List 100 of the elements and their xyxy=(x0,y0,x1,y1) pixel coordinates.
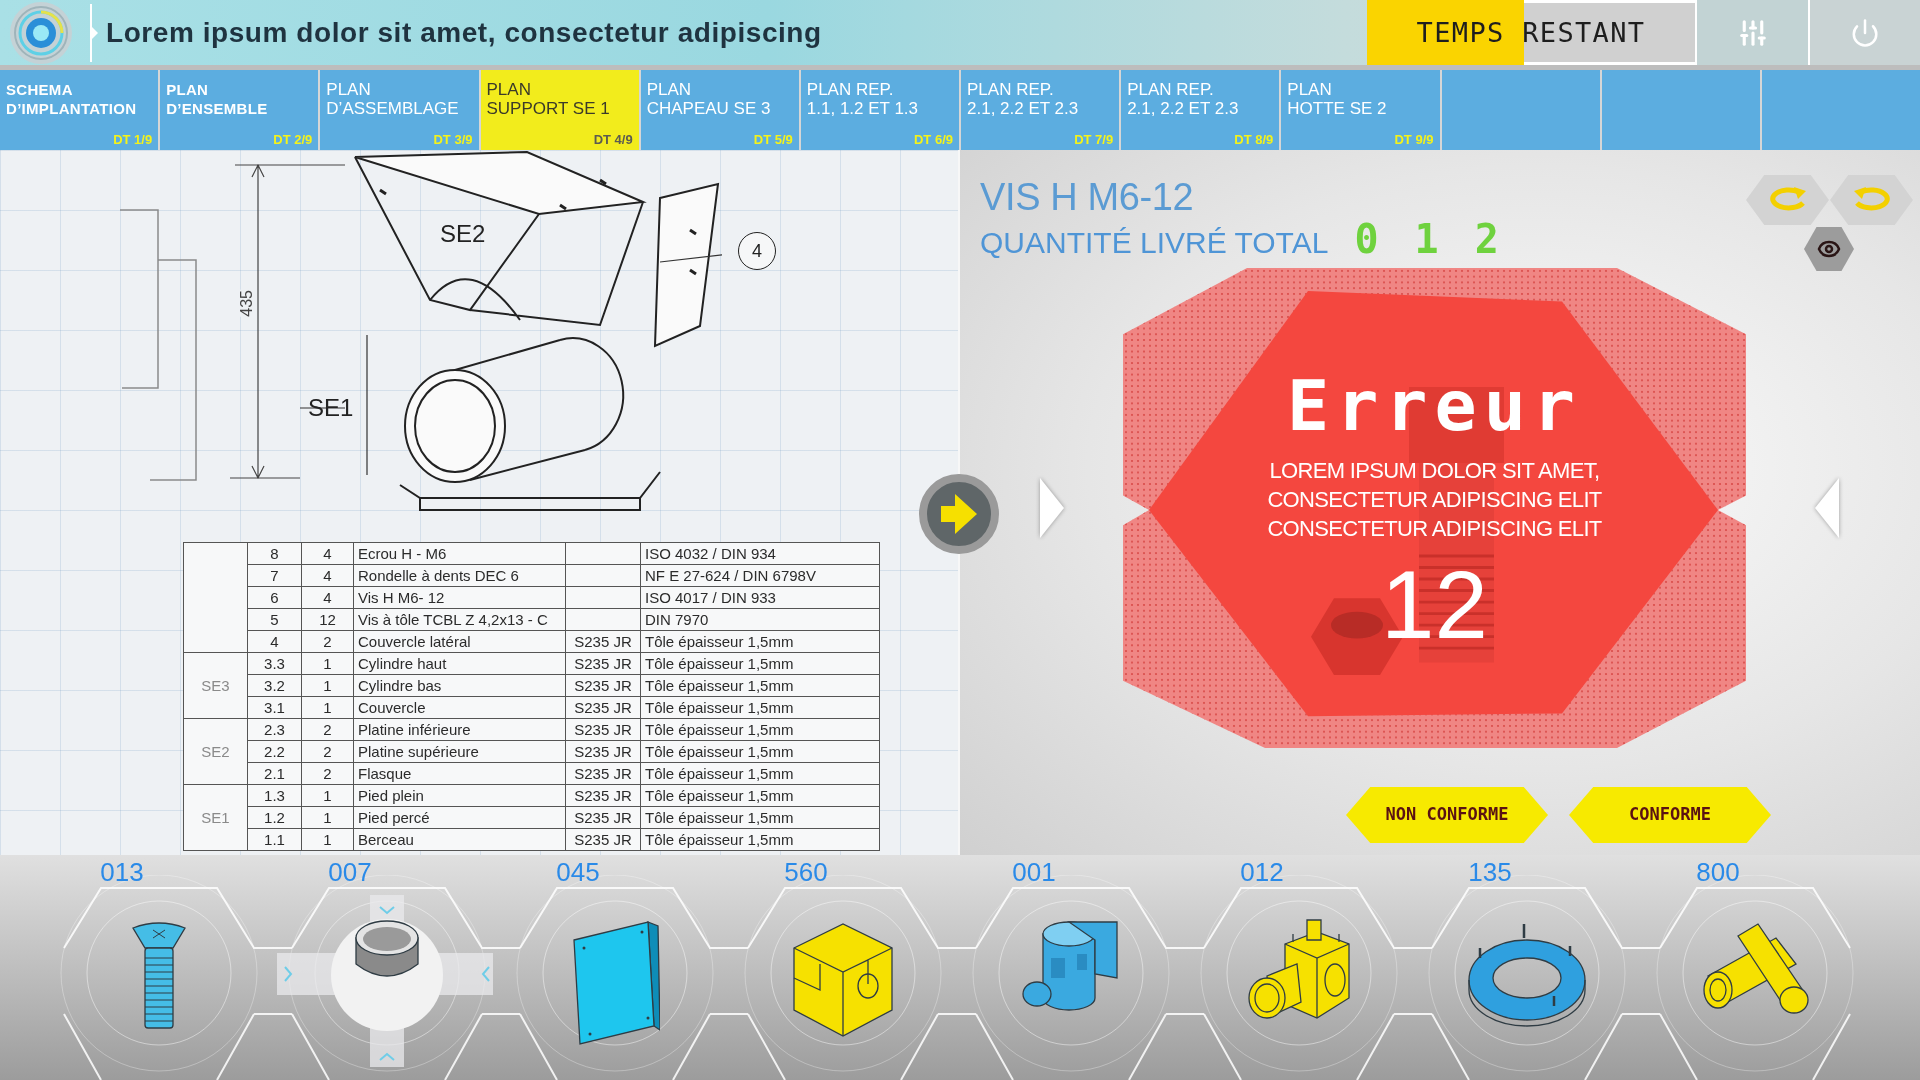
table-cell: 1.2 xyxy=(247,806,302,829)
part-number: 800 xyxy=(1696,857,1740,887)
table-cell: DIN 7970 xyxy=(640,608,880,631)
tab[interactable]: PLAN REP. 1.1, 1.2 ET 1.3 DT 6/9 xyxy=(800,70,959,150)
table-cell: Pied percé xyxy=(353,806,566,829)
table-cell: Pied plein xyxy=(353,784,566,807)
table-cell: SE2 xyxy=(183,718,248,785)
table-cell: 1 xyxy=(301,784,354,807)
time-remaining-label: TEMPS RESTANT xyxy=(1416,15,1646,50)
tab[interactable]: PLAN REP. 2.1, 2.2 ET 2.3 DT 8/9 xyxy=(1121,70,1280,150)
power-icon xyxy=(1850,17,1880,48)
table-cell: 4 xyxy=(247,630,302,653)
table-cell: Rondelle à dents DEC 6 xyxy=(353,564,566,587)
table-cell: 2 xyxy=(301,630,354,653)
tab[interactable]: PLAN HOTTE SE 2 DT 9/9 xyxy=(1281,70,1440,150)
logo-icon xyxy=(10,1,72,64)
bracket-icon[interactable] xyxy=(1021,918,1121,1014)
table-cell: SE3 xyxy=(183,652,248,719)
quantity-label: QUANTITÉ LIVRÉ TOTAL xyxy=(980,225,1329,261)
table-cell: Tôle épaisseur 1,5mm xyxy=(640,806,880,829)
action-button[interactable]: NON CONFORME xyxy=(1346,787,1548,843)
table-cell: Vis H M6- 12 xyxy=(353,586,566,609)
table-cell: S235 JR xyxy=(565,740,641,763)
table-cell: Couvercle latéral xyxy=(353,630,566,653)
table-cell: S235 JR xyxy=(565,806,641,829)
table-cell: 2 xyxy=(301,762,354,785)
rotate-left-icon xyxy=(1768,187,1807,213)
table-cell: Berceau xyxy=(353,828,566,851)
tab[interactable]: PLAN CHAPEAU SE 3 DT 5/9 xyxy=(640,70,799,150)
error-message: CONSECTETUR ADIPISCING ELIT xyxy=(1267,486,1602,514)
part-number: 135 xyxy=(1468,857,1512,887)
table-cell: Platine inférieure xyxy=(353,718,566,741)
page-title: Lorem ipsum dolor sit amet, consectetur adipiscing xyxy=(106,15,822,50)
table-cell: 1.3 xyxy=(247,784,302,807)
tab[interactable]: PLAN D’ENSEMBLE DT 2/9 xyxy=(160,70,319,150)
tab[interactable]: PLAN D’ASSEMBLAGE DT 3/9 xyxy=(320,70,479,150)
table-cell: Tôle épaisseur 1,5mm xyxy=(640,762,880,785)
part-number: 012 xyxy=(1240,857,1284,887)
tab[interactable]: SCHEMA D’IMPLANTATION DT 1/9 xyxy=(0,70,159,150)
error-message: CONSECTETUR ADIPISCING ELIT xyxy=(1267,515,1602,543)
table-cell: 1 xyxy=(301,828,354,851)
table-cell: 3.1 xyxy=(247,696,302,719)
part-number: 045 xyxy=(556,857,600,887)
table-cell: Tôle épaisseur 1,5mm xyxy=(640,674,880,697)
table-cell: 6 xyxy=(247,586,302,609)
table-cell: S235 JR xyxy=(565,630,641,653)
table-cell: S235 JR xyxy=(565,762,641,785)
table-cell: 1.1 xyxy=(247,828,302,851)
error-count: 12 xyxy=(1381,555,1488,655)
table-cell: 12 xyxy=(301,608,354,631)
table-cell: 2 xyxy=(301,740,354,763)
table-cell: 4 xyxy=(301,586,354,609)
table-cell: Couvercle xyxy=(353,696,566,719)
table-cell: 3.2 xyxy=(247,674,302,697)
table-cell: Tôle épaisseur 1,5mm xyxy=(640,784,880,807)
part-number: 013 xyxy=(100,857,144,887)
table-cell: Cylindre haut xyxy=(353,652,566,675)
rotate-right-icon xyxy=(1852,187,1891,213)
table-cell: 1 xyxy=(301,696,354,719)
table-cell: Cylindre bas xyxy=(353,674,566,697)
table-cell: 5 xyxy=(247,608,302,631)
error-title: Erreur xyxy=(1287,368,1582,444)
table-cell: 2.3 xyxy=(247,718,302,741)
table-cell: 2.2 xyxy=(247,740,302,763)
tab[interactable]: PLAN REP. 2.1, 2.2 ET 2.3 DT 7/9 xyxy=(961,70,1120,150)
quantity-counter: 0 1 2 xyxy=(1354,218,1505,260)
table-cell: S235 JR xyxy=(565,696,641,719)
table-cell: S235 JR xyxy=(565,718,641,741)
table-cell: Tôle épaisseur 1,5mm xyxy=(640,740,880,763)
action-button[interactable]: CONFORME xyxy=(1569,787,1771,843)
table-cell: 4 xyxy=(301,542,354,565)
sliders-icon xyxy=(1737,17,1768,48)
table-cell: S235 JR xyxy=(565,674,641,697)
plate-icon[interactable] xyxy=(570,918,660,1048)
part-number: 001 xyxy=(1012,857,1056,887)
table-cell: 3.3 xyxy=(247,652,302,675)
table-cell: ISO 4032 / DIN 934 xyxy=(640,542,880,565)
table-cell: ISO 4017 / DIN 933 xyxy=(640,586,880,609)
part-number: 560 xyxy=(784,857,828,887)
table-cell: 7 xyxy=(247,564,302,587)
arrow-right-icon xyxy=(941,494,977,534)
table-cell: Tôle épaisseur 1,5mm xyxy=(640,630,880,653)
table-cell: 1 xyxy=(301,652,354,675)
table-cell: S235 JR xyxy=(565,784,641,807)
table-cell: Platine supérieure xyxy=(353,740,566,763)
callout-number: 4 xyxy=(738,232,776,270)
tee-fitting-icon[interactable] xyxy=(1245,918,1353,1022)
tab[interactable]: PLAN SUPPORT SE 1 DT 4/9 xyxy=(480,70,639,150)
table-cell: NF E 27-624 / DIN 6798V xyxy=(640,564,880,587)
table-cell: SE1 xyxy=(183,784,248,851)
error-message: LOREM IPSUM DOLOR SIT AMET, xyxy=(1269,457,1600,485)
table-cell: S235 JR xyxy=(565,652,641,675)
table-cell: 1 xyxy=(301,674,354,697)
table-cell: 4 xyxy=(301,564,354,587)
table-cell: 2 xyxy=(301,718,354,741)
table-cell: 1 xyxy=(301,806,354,829)
table-cell: 2.1 xyxy=(247,762,302,785)
table-cell: Flasque xyxy=(353,762,566,785)
assembly-label: SE1 xyxy=(308,394,354,422)
table-cell: S235 JR xyxy=(565,828,641,851)
